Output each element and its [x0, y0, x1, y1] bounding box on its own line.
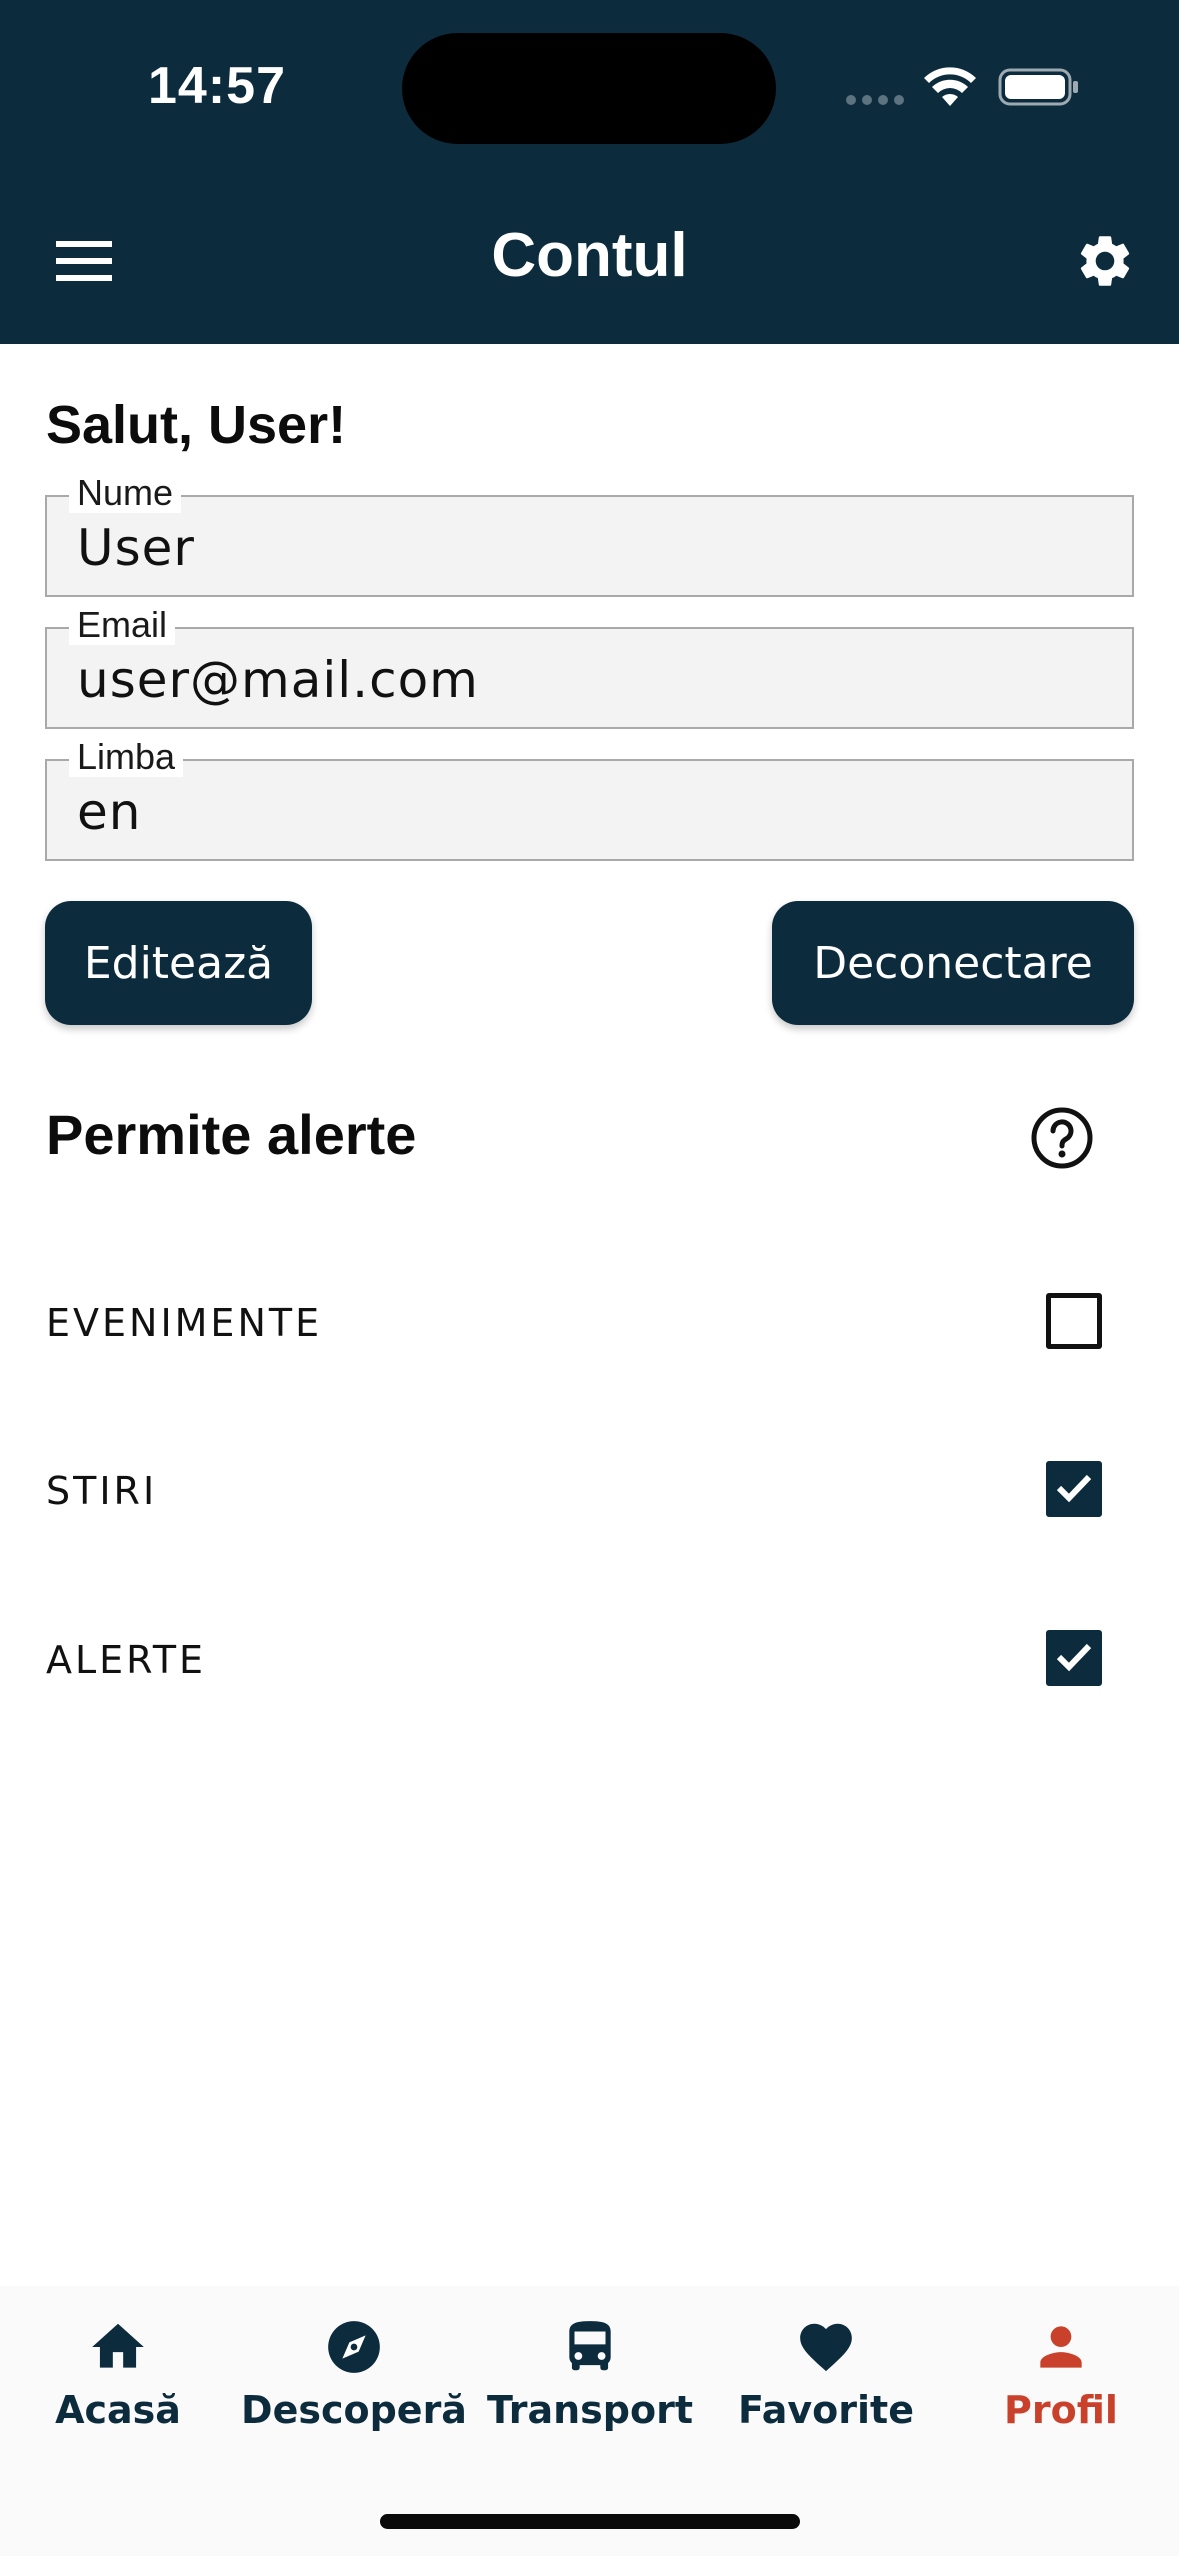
dynamic-island	[402, 33, 776, 144]
language-field[interactable]: Limba en	[45, 737, 1134, 861]
alerts-section-title: Permite alerte	[46, 1103, 417, 1166]
greeting-text: Salut, User!	[46, 395, 347, 455]
alert-row-news: STIRI	[0, 1451, 1179, 1531]
gear-icon[interactable]	[1074, 230, 1136, 292]
home-indicator	[380, 2514, 800, 2529]
alert-label-events: EVENIMENTE	[46, 1301, 323, 1345]
checkmark-icon	[1056, 1474, 1092, 1503]
heart-icon	[800, 2323, 852, 2372]
compass-icon	[328, 2321, 380, 2373]
nav-item-transport[interactable]: Transport	[472, 2316, 708, 2436]
nav-label-favorites: Favorite	[738, 2388, 914, 2432]
alert-label-alerts: ALERTE	[46, 1638, 207, 1682]
nav-item-discover[interactable]: Descoperă	[236, 2316, 472, 2436]
battery-icon	[998, 68, 1078, 106]
logout-button[interactable]: Deconectare	[772, 901, 1134, 1025]
page-title: Contul	[491, 221, 688, 290]
checkmark-icon	[1056, 1643, 1092, 1672]
name-field-label: Nume	[69, 473, 182, 513]
news-checkbox[interactable]	[1046, 1461, 1102, 1517]
wifi-icon	[924, 67, 976, 106]
signal-icon	[846, 95, 904, 105]
nav-label-discover: Descoperă	[241, 2388, 467, 2432]
name-field[interactable]: Nume User	[45, 473, 1134, 597]
events-checkbox[interactable]	[1046, 1293, 1102, 1349]
email-field-label: Email	[69, 605, 176, 645]
name-field-value: User	[77, 519, 195, 577]
email-field[interactable]: Email user@mail.com	[45, 605, 1134, 729]
nav-item-favorites[interactable]: Favorite	[708, 2316, 944, 2436]
alert-row-events: EVENIMENTE	[0, 1283, 1179, 1363]
bus-icon	[569, 2321, 611, 2371]
person-icon	[1040, 2326, 1082, 2368]
alert-label-news: STIRI	[46, 1469, 158, 1513]
email-field-value: user@mail.com	[77, 651, 479, 709]
app-header: 14:57 Contul	[0, 0, 1179, 344]
nav-item-home[interactable]: Acasă	[0, 2316, 236, 2436]
status-time: 14:57	[148, 57, 286, 115]
language-field-value: en	[77, 783, 142, 841]
language-field-label: Limba	[69, 737, 184, 777]
alerts-checkbox[interactable]	[1046, 1630, 1102, 1686]
nav-label-home: Acasă	[55, 2388, 181, 2432]
nav-label-transport: Transport	[486, 2388, 693, 2432]
home-icon	[92, 2323, 144, 2368]
edit-button[interactable]: Editează	[45, 901, 312, 1025]
alert-row-alerts: ALERTE	[0, 1620, 1179, 1700]
account-screen: 14:57 Contul Salut, User! Nume User Emai…	[0, 0, 1179, 2556]
help-icon[interactable]	[1030, 1106, 1094, 1170]
nav-item-profile[interactable]: Profil	[943, 2316, 1179, 2436]
nav-label-profile: Profil	[1004, 2388, 1118, 2432]
